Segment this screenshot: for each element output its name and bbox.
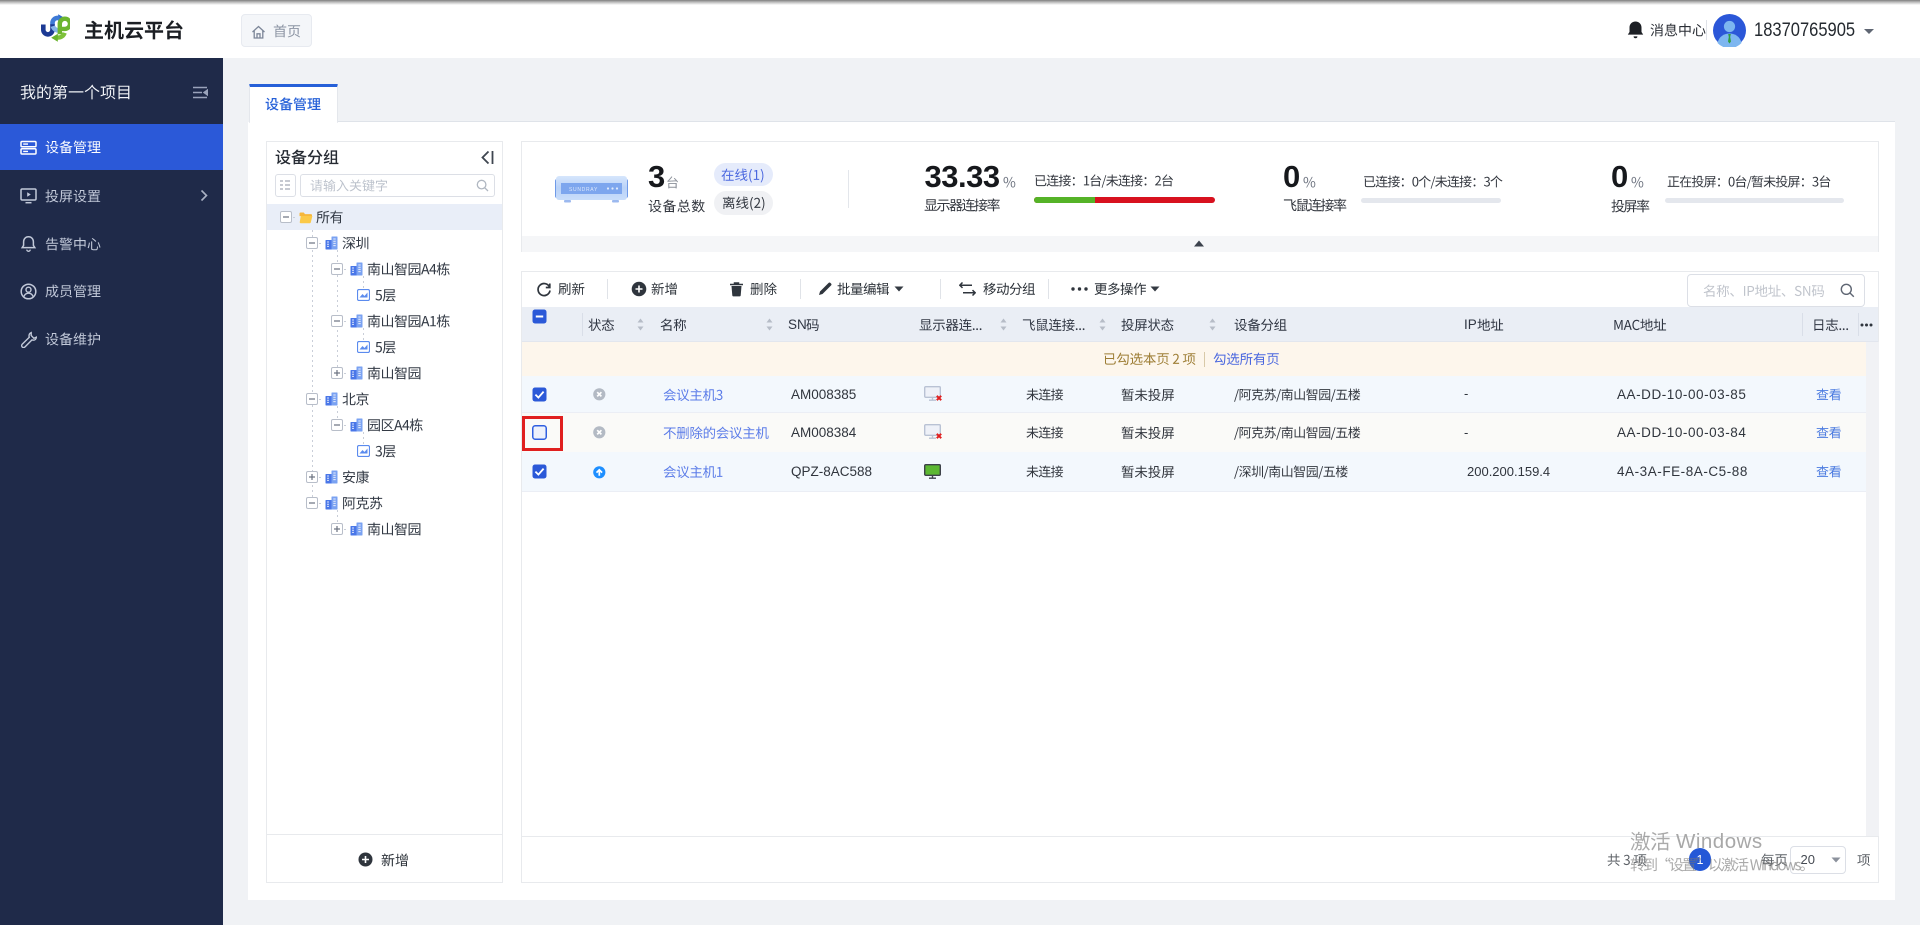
svg-text:SUNDRAY: SUNDRAY bbox=[569, 187, 598, 193]
